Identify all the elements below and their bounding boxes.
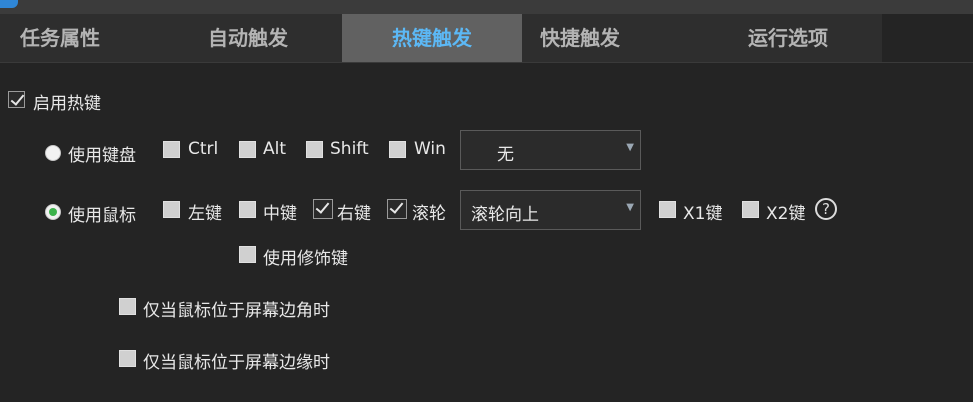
tab-bar: 任务属性 自动触发 热键触发 快捷触发 运行选项 [0,14,973,63]
x1-button-label: X1键 [683,204,723,224]
middle-button-label: 中键 [263,204,297,224]
use-keyboard-label: 使用键盘 [68,146,136,166]
dropdown-arrow-icon: ▼ [626,142,634,153]
alt-label: Alt [263,139,287,159]
tab-auto-trigger[interactable]: 自动触发 [158,14,338,62]
enable-hotkey-label: 启用热键 [33,94,101,114]
key-select[interactable]: 无 ▼ [460,130,641,170]
screen-edge-checkbox[interactable] [119,350,136,367]
left-button-checkbox[interactable] [163,201,180,218]
tabbar-empty-area [882,14,973,62]
alt-checkbox[interactable] [239,141,256,158]
key-select-value: 无 [497,145,514,165]
x2-button-label: X2键 [766,204,806,224]
wheel-direction-value: 滚轮向上 [471,205,539,225]
enable-hotkey-checkbox[interactable] [8,91,25,108]
middle-button-checkbox[interactable] [239,201,256,218]
right-button-checkbox[interactable] [313,199,333,219]
use-keyboard-radio[interactable] [45,145,61,161]
ctrl-checkbox[interactable] [163,141,180,158]
win-label: Win [414,139,446,159]
app-icon [0,0,18,8]
tab-task-properties[interactable]: 任务属性 [0,14,150,62]
use-mouse-label: 使用鼠标 [68,206,136,226]
x1-button-checkbox[interactable] [659,201,676,218]
screen-corner-label: 仅当鼠标位于屏幕边角时 [143,301,330,321]
screen-corner-checkbox[interactable] [119,298,136,315]
use-modifiers-checkbox[interactable] [239,246,256,263]
win-checkbox[interactable] [389,141,406,158]
wheel-label: 滚轮 [412,204,446,224]
help-icon[interactable]: ? [815,198,837,220]
right-button-label: 右键 [337,204,371,224]
ctrl-label: Ctrl [188,139,219,159]
shift-label: Shift [330,139,369,159]
title-strip [0,0,973,14]
left-button-label: 左键 [188,204,222,224]
tab-shortcut-trigger[interactable]: 快捷触发 [490,14,670,62]
wheel-direction-select[interactable]: 滚轮向上 ▼ [460,190,641,230]
dropdown-arrow-icon: ▼ [626,202,634,213]
screen-edge-label: 仅当鼠标位于屏幕边缘时 [143,353,330,373]
tab-run-options[interactable]: 运行选项 [698,14,878,62]
use-modifiers-label: 使用修饰键 [263,249,348,269]
x2-button-checkbox[interactable] [742,201,759,218]
wheel-checkbox[interactable] [387,199,407,219]
use-mouse-radio[interactable] [45,204,61,220]
shift-checkbox[interactable] [306,141,323,158]
